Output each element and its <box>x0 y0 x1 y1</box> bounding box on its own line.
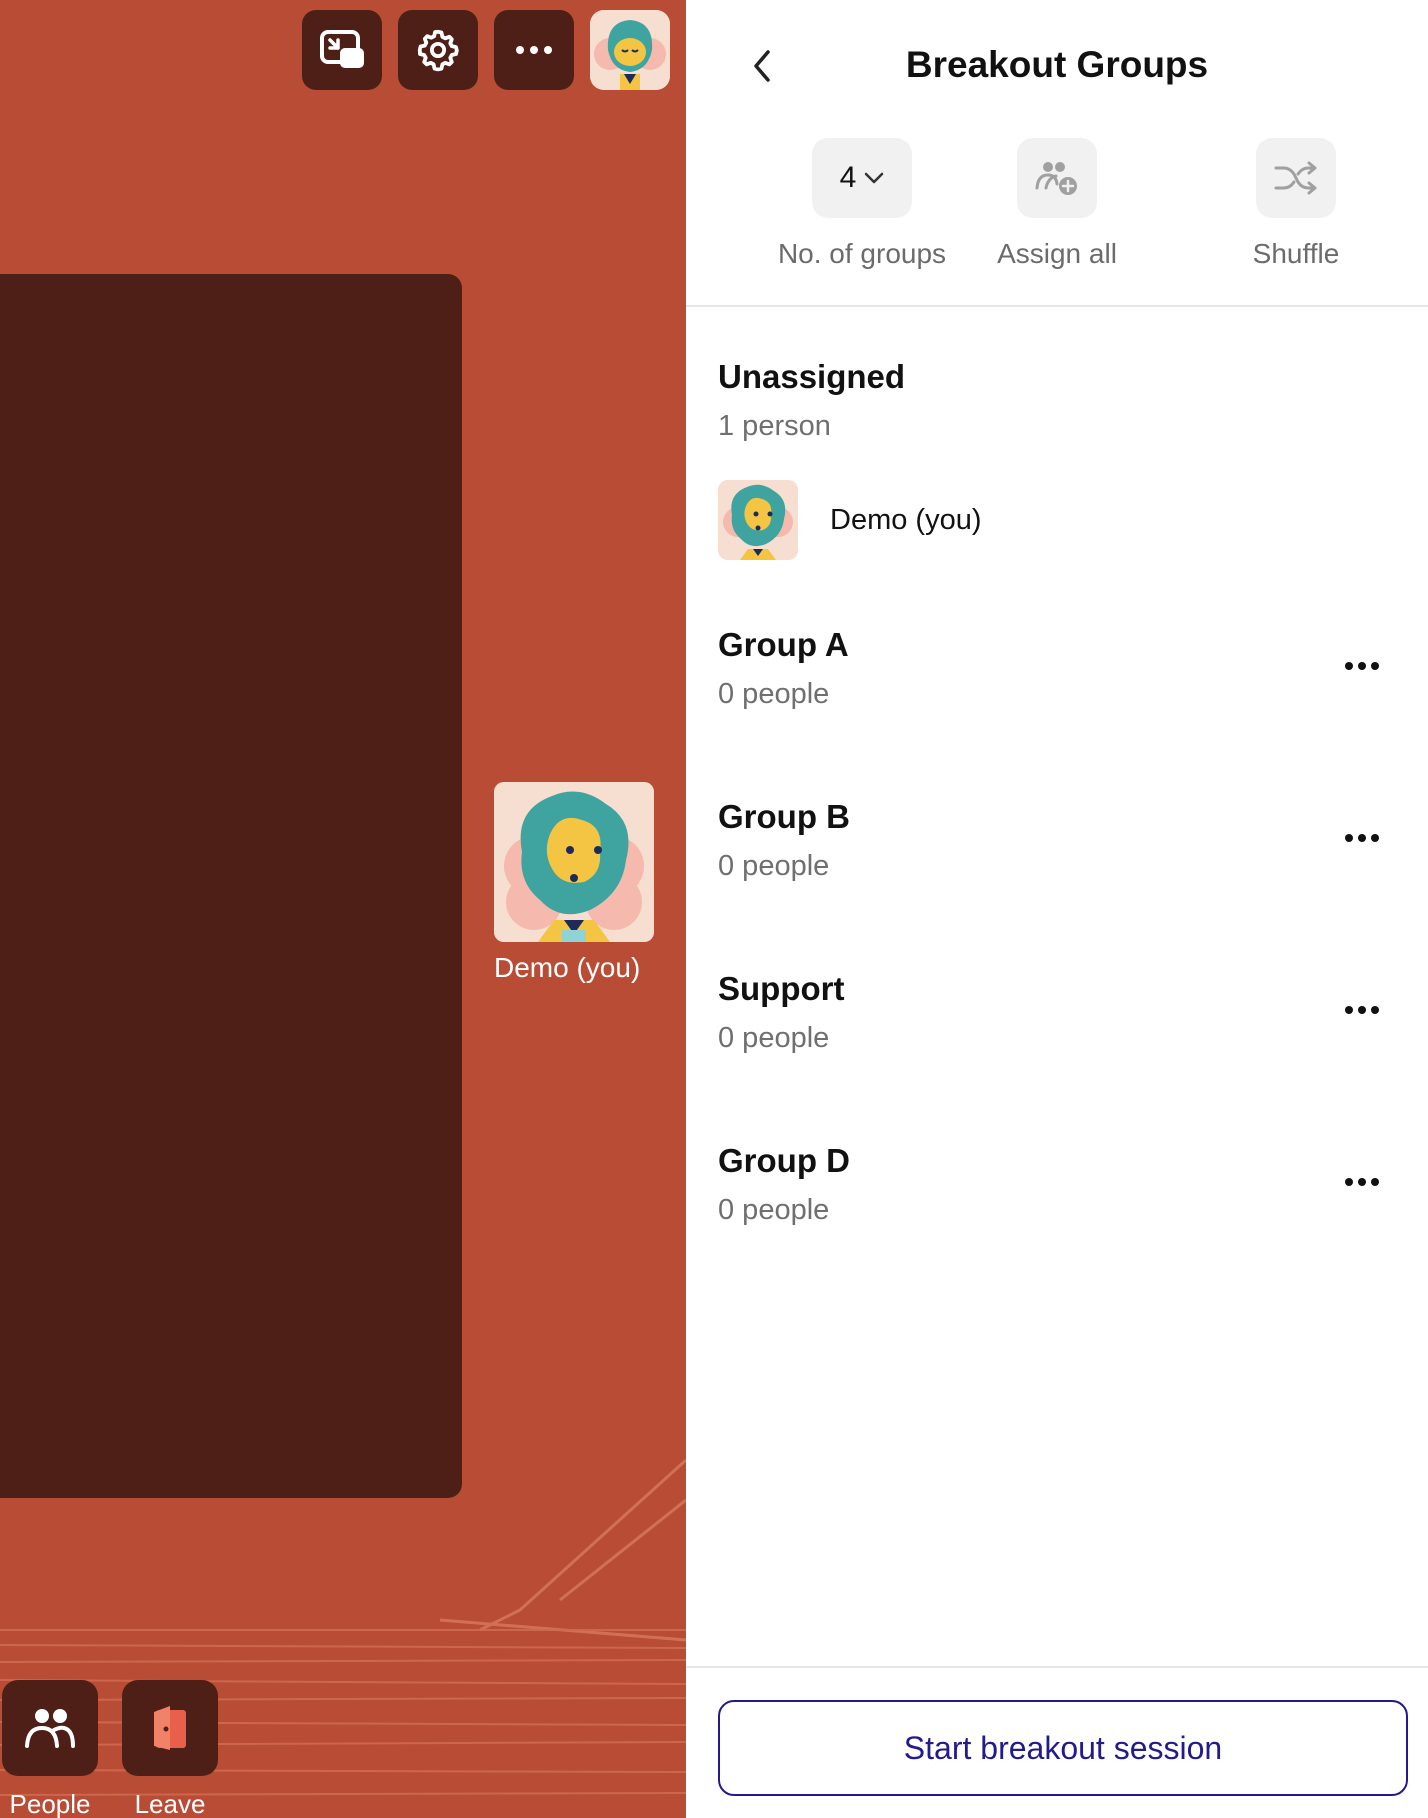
shuffle-label: Shuffle <box>1252 238 1340 269</box>
door-exit-icon <box>154 1706 186 1750</box>
leave-dock-item: Leave <box>122 1680 218 1818</box>
breakout-groups-panel: Breakout Groups 4 No. of groups Assign a… <box>686 0 1428 1818</box>
picture-in-picture-icon <box>320 30 364 68</box>
more-horizontal-icon <box>1345 1178 1379 1186</box>
group-count: 0 people <box>718 850 830 882</box>
settings-button[interactable] <box>398 10 478 90</box>
group-count: 0 people <box>718 678 830 710</box>
more-options-button[interactable] <box>494 10 574 90</box>
avatar-icon <box>590 10 670 90</box>
group-name: Group D <box>718 1142 850 1179</box>
member-name: Demo (you) <box>830 503 982 536</box>
shuffle-button[interactable] <box>1256 138 1336 218</box>
profile-avatar-button[interactable] <box>590 10 670 90</box>
group-more-button[interactable] <box>1338 1162 1386 1202</box>
group-row[interactable]: Support 0 people <box>718 970 1396 1055</box>
group-more-button[interactable] <box>1338 818 1386 858</box>
leave-button[interactable] <box>122 1680 218 1776</box>
people-add-icon <box>1035 162 1077 195</box>
more-horizontal-icon <box>1345 1006 1379 1014</box>
groups-count-label: No. of groups <box>777 238 947 269</box>
group-more-button[interactable] <box>1338 646 1386 686</box>
people-dock-item: People <box>2 1680 98 1818</box>
more-horizontal-icon <box>1345 834 1379 842</box>
shuffle-icon <box>1274 161 1317 195</box>
group-name: Group A <box>718 626 849 663</box>
picture-in-picture-button[interactable] <box>302 10 382 90</box>
assign-all-button[interactable] <box>1017 138 1097 218</box>
panel-header: Breakout Groups <box>686 0 1428 132</box>
gear-icon <box>417 29 459 72</box>
video-tile <box>0 274 462 1498</box>
groups-count-select[interactable]: 4 <box>812 138 912 218</box>
group-more-button[interactable] <box>1338 990 1386 1030</box>
group-row[interactable]: Group A 0 people <box>718 626 1396 711</box>
meeting-stage: Demo (you) People Leave <box>0 0 686 1818</box>
unassigned-count: 1 person <box>718 410 831 442</box>
group-name: Group B <box>718 798 850 835</box>
group-row[interactable]: Group B 0 people <box>718 798 1396 883</box>
user-avatar-icon <box>718 480 798 560</box>
group-count: 0 people <box>718 1194 830 1226</box>
user-avatar-icon <box>494 782 654 942</box>
leave-label: Leave <box>134 1790 206 1818</box>
group-count: 0 people <box>718 1022 830 1054</box>
panel-footer: Start breakout session <box>686 1666 1428 1818</box>
panel-title: Breakout Groups <box>905 44 1209 85</box>
assign-all-control: Assign all <box>937 138 1177 270</box>
self-name-label: Demo (you) <box>494 952 641 983</box>
people-button[interactable] <box>2 1680 98 1776</box>
member-row[interactable]: Demo (you) <box>718 480 982 560</box>
group-controls: 4 No. of groups Assign all Shuffle <box>686 132 1428 307</box>
start-breakout-button[interactable]: Start breakout session <box>718 1700 1408 1796</box>
shuffle-control: Shuffle <box>1176 138 1416 270</box>
people-label: People <box>9 1790 91 1818</box>
more-horizontal-icon <box>516 46 552 54</box>
self-video-tile[interactable] <box>494 782 654 942</box>
member-avatar <box>718 480 798 560</box>
group-row[interactable]: Group D 0 people <box>718 1142 1396 1227</box>
groups-count-value: 4 <box>839 161 857 194</box>
assign-all-label: Assign all <box>997 238 1117 269</box>
more-horizontal-icon <box>1345 662 1379 670</box>
bottom-dock: People Leave <box>0 1680 218 1818</box>
unassigned-section: Unassigned 1 person <box>718 358 1396 443</box>
people-icon <box>25 1709 75 1748</box>
unassigned-title: Unassigned <box>718 358 906 395</box>
group-name: Support <box>718 970 845 1007</box>
top-toolbar <box>302 10 670 90</box>
chevron-down-icon <box>865 172 884 184</box>
